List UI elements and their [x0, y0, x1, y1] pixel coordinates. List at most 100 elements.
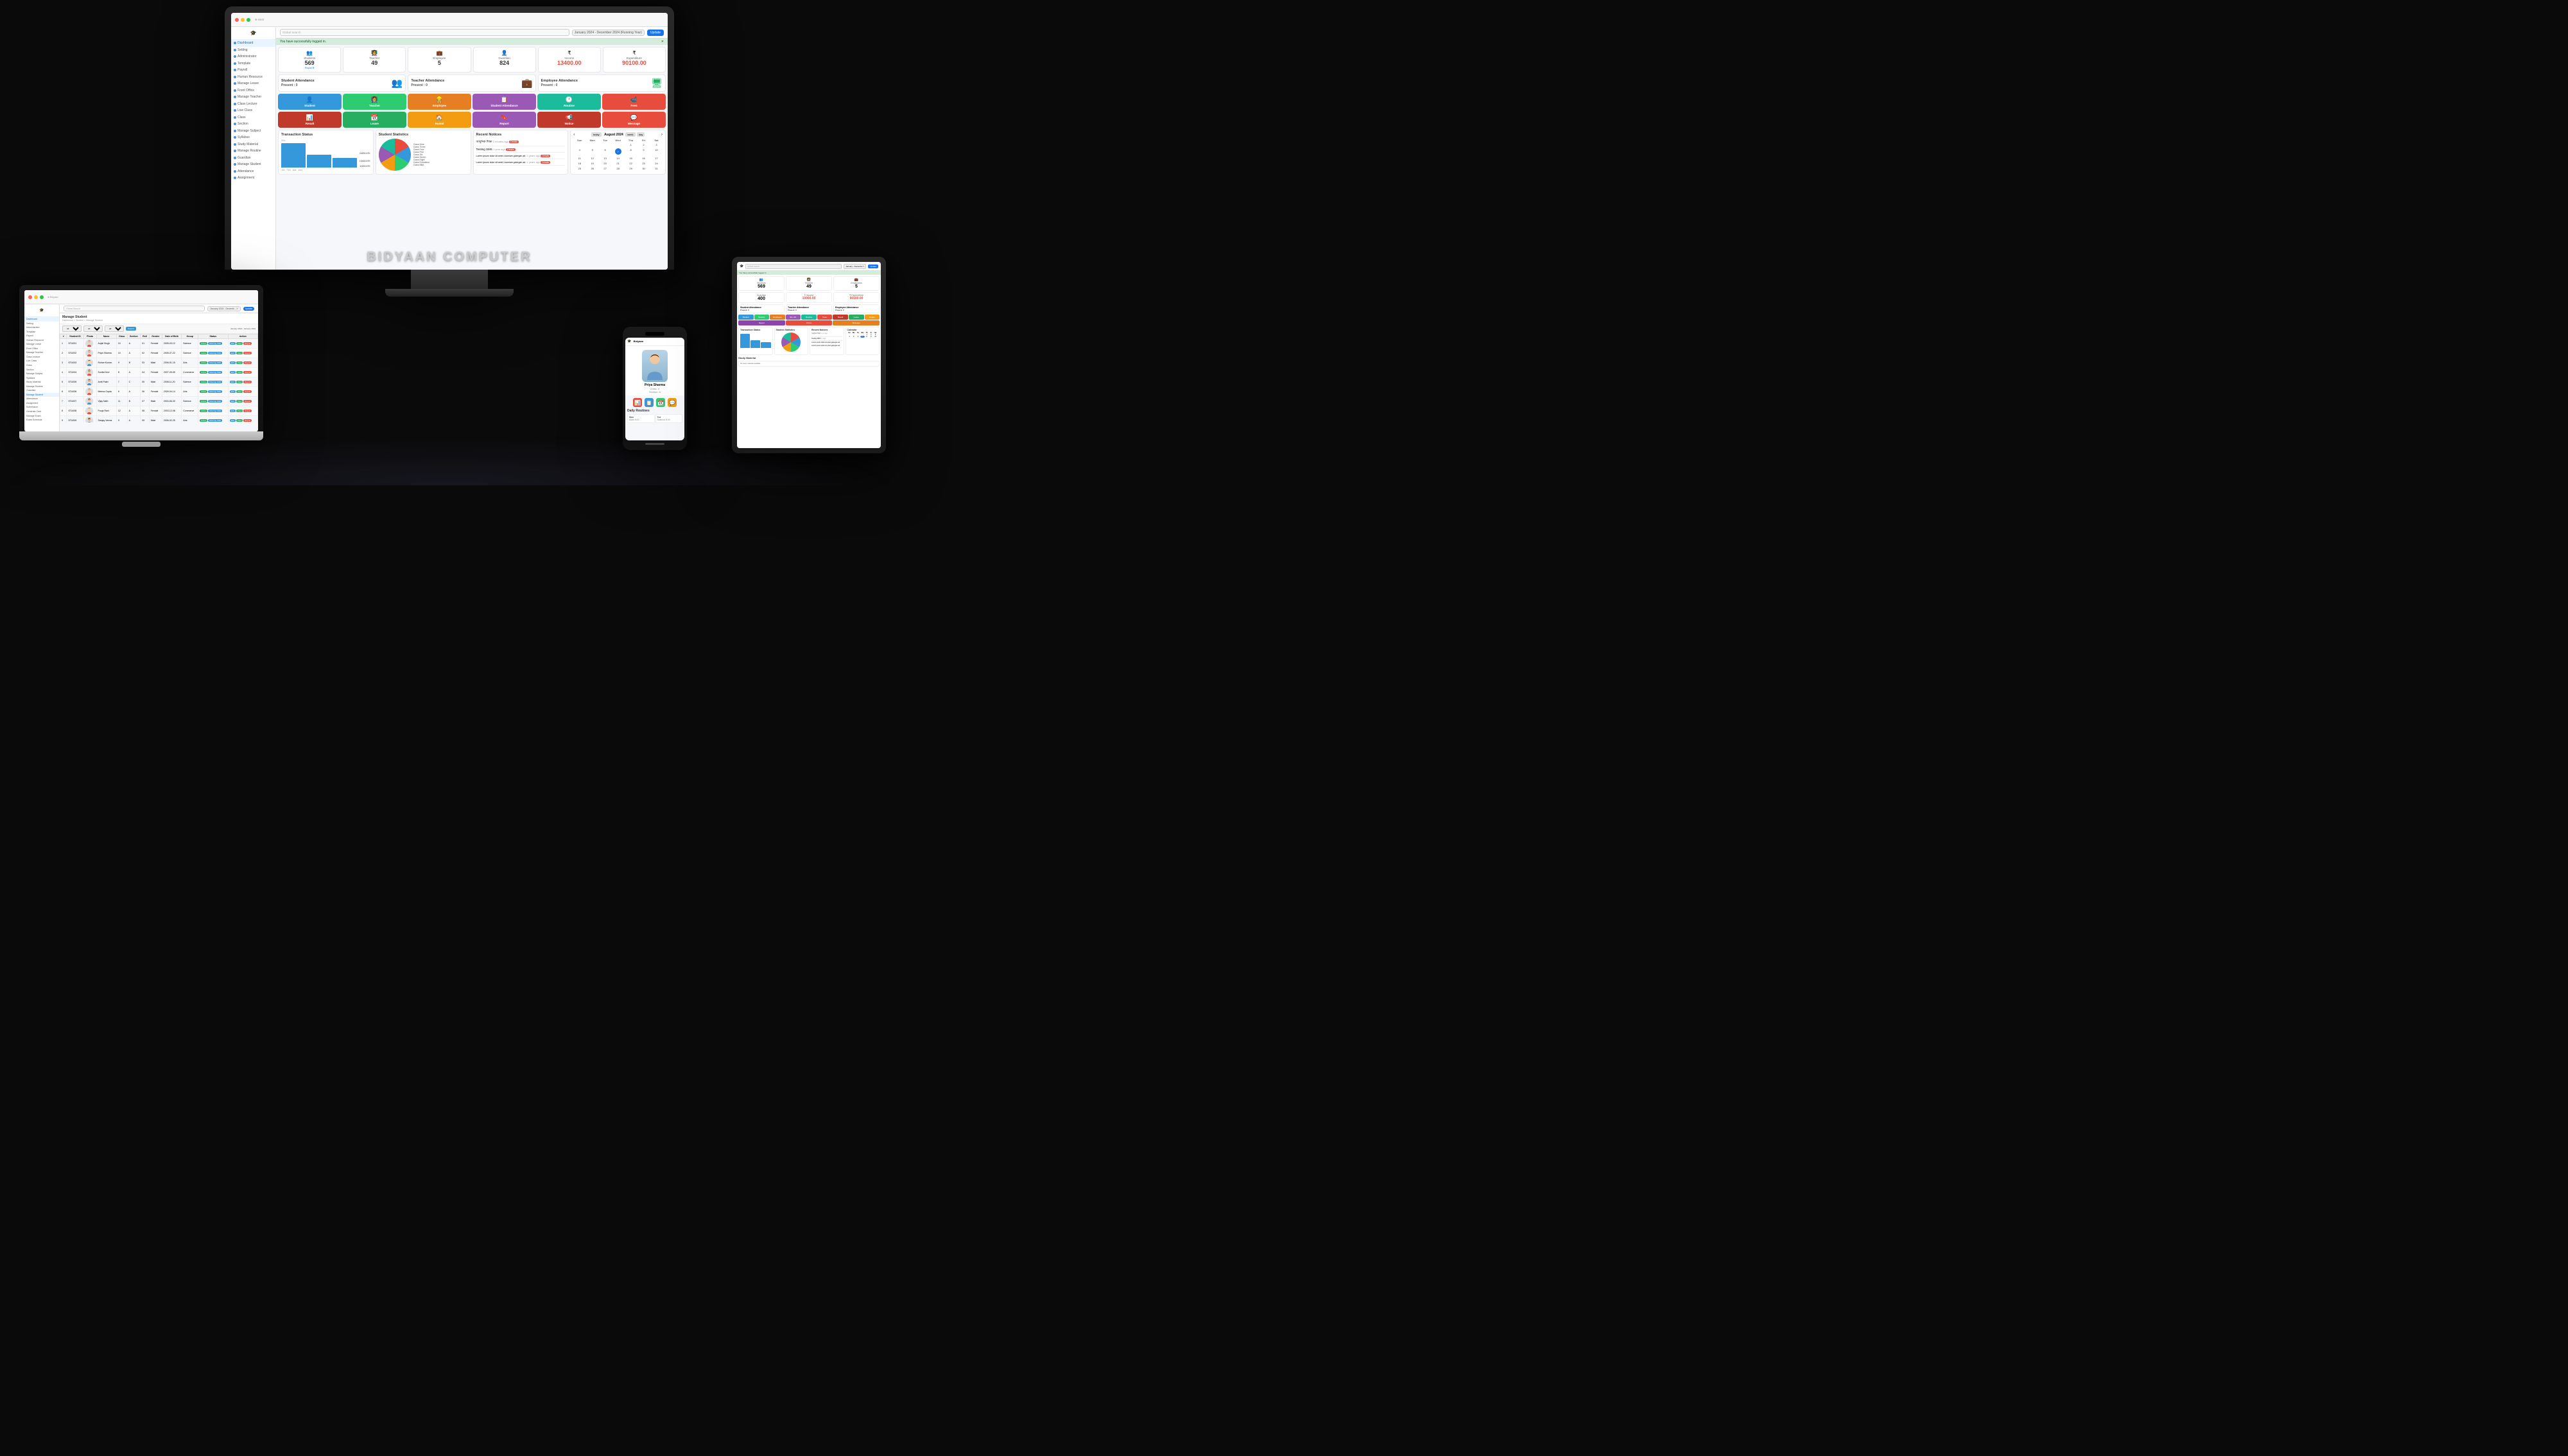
- sidebar-item-assignment[interactable]: Assignment: [231, 175, 275, 182]
- t-nav-result[interactable]: Result: [833, 315, 848, 320]
- cal-d-17[interactable]: 17: [650, 156, 663, 160]
- nav-message[interactable]: 💬Message: [602, 112, 666, 128]
- cal-d-16[interactable]: 16: [638, 156, 650, 160]
- cal-d-14[interactable]: 14: [612, 156, 624, 160]
- sidebar-item-dashboard[interactable]: Dashboard: [231, 40, 275, 47]
- cal-d-22[interactable]: 22: [625, 161, 637, 166]
- tc-6[interactable]: 6: [856, 336, 860, 338]
- nav-leave[interactable]: 📆Leave: [343, 112, 406, 128]
- l-year[interactable]: January 2024 - Decemb... Y: [207, 306, 241, 311]
- nav-student-attendance[interactable]: 📋Student Attendance: [473, 94, 536, 110]
- sidebar-item-syllabus[interactable]: Syllabus: [231, 134, 275, 141]
- action-edit-btn[interactable]: Edit: [230, 352, 236, 354]
- notice-4-btn[interactable]: Details: [541, 161, 550, 164]
- sidebar-item-template[interactable]: Template: [231, 60, 275, 67]
- nav-result[interactable]: 📊Result: [278, 112, 342, 128]
- update-button[interactable]: Update: [647, 30, 664, 36]
- cal-d-26[interactable]: 26: [586, 166, 598, 171]
- cal-d-31[interactable]: 31: [650, 166, 663, 171]
- cal-d-10[interactable]: 10: [650, 148, 663, 155]
- t-nav-notice[interactable]: Notice: [786, 320, 833, 325]
- cal-d-7[interactable]: 7: [612, 148, 624, 155]
- tc-5[interactable]: 5: [851, 336, 856, 338]
- nav-student[interactable]: 👤Student: [278, 94, 342, 110]
- sidebar-item-classlecture[interactable]: Class Lecture: [231, 101, 275, 108]
- nav-routine[interactable]: 🕐Routine: [537, 94, 601, 110]
- sidebar-item-teacher[interactable]: Manage Teacher: [231, 94, 275, 101]
- sidebar-item-section[interactable]: Section: [231, 121, 275, 128]
- cal-d-8[interactable]: 8: [625, 148, 637, 155]
- sidebar-item-leave[interactable]: Manage Leave: [231, 80, 275, 87]
- action-edit-btn[interactable]: Edit: [230, 419, 236, 422]
- t-nav-leave[interactable]: Leave: [849, 315, 864, 320]
- action-view-btn[interactable]: View: [236, 390, 243, 393]
- action-report-badge[interactable]: Report: [243, 352, 252, 354]
- sidebar-item-managestudent[interactable]: Manage Student: [231, 161, 275, 168]
- tc-4[interactable]: 4: [847, 336, 852, 338]
- t-nav-report[interactable]: Report: [738, 320, 785, 325]
- phone-icon-3[interactable]: 📆: [656, 398, 665, 407]
- action-view-btn[interactable]: View: [236, 361, 243, 364]
- nav-employee[interactable]: 👷Employee: [408, 94, 471, 110]
- action-report-badge[interactable]: Report: [243, 419, 252, 422]
- action-view-btn[interactable]: View: [236, 410, 243, 412]
- cal-d-25[interactable]: 25: [573, 166, 586, 171]
- cal-d-29[interactable]: 29: [625, 166, 637, 171]
- sidebar-item-studymaterial[interactable]: Study Material: [231, 141, 275, 148]
- tablet-update-btn[interactable]: Update: [868, 264, 878, 268]
- global-search-box[interactable]: Global Search: [280, 29, 569, 36]
- cal-d-24[interactable]: 24: [650, 161, 663, 166]
- t-nav-routine[interactable]: Routine: [801, 315, 817, 320]
- tablet-year[interactable]: January - Decembe Y: [844, 264, 866, 269]
- action-report-badge[interactable]: Report: [243, 410, 252, 412]
- sidebar-item-hr[interactable]: Human Resource: [231, 74, 275, 81]
- cal-day-btn[interactable]: day: [637, 132, 645, 137]
- sidebar-item-subject[interactable]: Manage Subject: [231, 128, 275, 135]
- cal-d-23[interactable]: 23: [638, 161, 650, 166]
- cal-d-13[interactable]: 13: [599, 156, 611, 160]
- t-nav-employee[interactable]: Employee: [770, 315, 785, 320]
- cal-d-27[interactable]: 27: [599, 166, 611, 171]
- student-table-container[interactable]: # Student ID Photo Name Class Section Ro…: [60, 334, 258, 422]
- notice-3-btn[interactable]: Details: [541, 155, 550, 157]
- cal-d-2[interactable]: 2: [638, 143, 650, 147]
- cal-today-btn[interactable]: today: [591, 132, 602, 137]
- action-report-badge[interactable]: Report: [243, 381, 252, 383]
- sidebar-item-attendance[interactable]: Attendance: [231, 168, 275, 175]
- action-report-badge[interactable]: Report: [243, 342, 252, 345]
- sidebar-item-frontoffice[interactable]: Front Office: [231, 87, 275, 94]
- action-report-badge[interactable]: Report: [243, 400, 252, 403]
- t-nav-statt[interactable]: Stu. Att.: [786, 315, 801, 320]
- nav-fees[interactable]: 📹Fees: [602, 94, 666, 110]
- action-view-btn[interactable]: View: [236, 381, 243, 383]
- cal-d-20[interactable]: 20: [599, 161, 611, 166]
- tc-7[interactable]: 7: [860, 336, 865, 338]
- l-update-btn[interactable]: Update: [243, 307, 254, 311]
- cal-d-6[interactable]: 6: [599, 148, 611, 155]
- sidebar-item-class[interactable]: Class: [231, 114, 275, 121]
- sidebar-item-guardian[interactable]: Guardian: [231, 155, 275, 162]
- cal-d-11[interactable]: 11: [573, 156, 586, 160]
- action-edit-btn[interactable]: Edit: [230, 390, 236, 393]
- action-view-btn[interactable]: View: [236, 371, 243, 374]
- cal-d-5[interactable]: 5: [586, 148, 598, 155]
- action-report-badge[interactable]: Report: [243, 371, 252, 374]
- tc-10[interactable]: 10: [873, 336, 878, 338]
- cal-d-19[interactable]: 19: [586, 161, 598, 166]
- sidebar-item-liveclass[interactable]: Live Class: [231, 107, 275, 114]
- nav-report[interactable]: 🔖Report: [473, 112, 536, 128]
- tc-8[interactable]: 8: [865, 336, 869, 338]
- action-view-btn[interactable]: View: [236, 400, 243, 403]
- filter-gender[interactable]: All: [105, 325, 124, 332]
- cal-week-btn[interactable]: week: [625, 132, 635, 137]
- cal-d-30[interactable]: 30: [638, 166, 650, 171]
- cal-d-15[interactable]: 15: [625, 156, 637, 160]
- notice-1-btn[interactable]: Details: [509, 141, 519, 143]
- tc-9[interactable]: 9: [869, 336, 873, 338]
- cal-d-21[interactable]: 21: [612, 161, 624, 166]
- t-nav-hostel[interactable]: Hostel: [865, 315, 880, 320]
- phone-icon-4[interactable]: 💬: [668, 398, 677, 407]
- filter-section[interactable]: All: [83, 325, 103, 332]
- sidebar-item-setting[interactable]: Setting: [231, 47, 275, 54]
- action-edit-btn[interactable]: Edit: [230, 342, 236, 345]
